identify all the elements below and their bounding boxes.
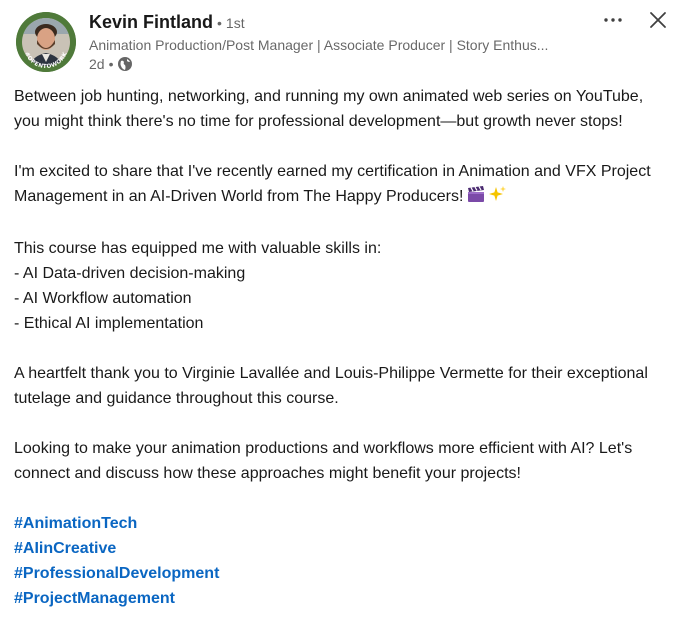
paragraph-thanks: A heartfelt thank you to Virginie Lavall…: [14, 365, 648, 407]
paragraph-intro: Between job hunting, networking, and run…: [14, 88, 644, 130]
avatar[interactable]: #OPENTOWORK: [16, 12, 76, 72]
sparkles-icon: [489, 185, 507, 211]
close-icon: [650, 12, 666, 28]
post-commentary: Between job hunting, networking, and run…: [14, 84, 666, 611]
more-options-button[interactable]: [598, 6, 628, 34]
hashtag-link[interactable]: #AIinCreative: [14, 536, 116, 561]
feed-post: #OPENTOWORK Kevin Fintland • 1st Animatio…: [0, 0, 679, 634]
post-timestamp[interactable]: 2d: [89, 56, 105, 72]
paragraph-call-to-action: Looking to make your animation productio…: [14, 440, 633, 482]
skill-item-2: - AI Workflow automation: [14, 290, 192, 307]
skill-item-1: - AI Data-driven decision-making: [14, 265, 246, 282]
connection-degree-label: 1st: [225, 15, 245, 31]
clapper-board-icon: [467, 186, 485, 211]
hashtag-link[interactable]: #AnimationTech: [14, 511, 137, 536]
author-name[interactable]: Kevin Fintland: [89, 12, 213, 33]
hashtag-link[interactable]: #ProfessionalDevelopment: [14, 561, 219, 586]
author-name-row: Kevin Fintland • 1st: [89, 12, 245, 36]
paragraph-certification: I'm excited to share that I've recently …: [14, 159, 666, 211]
avatar-image: #OPENTOWORK: [16, 12, 76, 72]
author-headline: Animation Production/Post Manager | Asso…: [89, 37, 549, 53]
hashtag-link[interactable]: #ProjectManagement: [14, 586, 175, 611]
globe-icon: [117, 56, 133, 72]
dismiss-post-button[interactable]: [643, 6, 673, 34]
skill-item-3: - Ethical AI implementation: [14, 315, 204, 332]
connection-degree: • 1st: [217, 15, 245, 31]
meta-separator: •: [108, 56, 114, 72]
paragraph-certification-text: I'm excited to share that I've recently …: [14, 163, 651, 205]
post-meta: 2d •: [89, 55, 133, 73]
paragraph-skills-intro: This course has equipped me with valuabl…: [14, 240, 382, 257]
ellipsis-icon: [604, 18, 622, 22]
